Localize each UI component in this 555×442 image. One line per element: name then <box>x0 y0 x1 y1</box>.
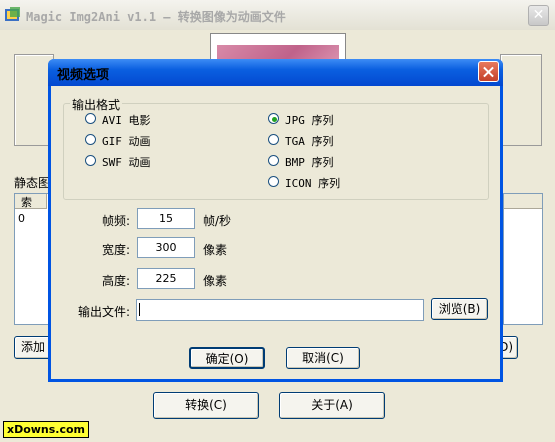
frame-rate-unit: 帧/秒 <box>203 214 232 228</box>
radio-label-avi: AVI 电影 <box>102 114 151 127</box>
watermark-badge: xDowns.com <box>3 421 89 438</box>
static-images-label: 静态图 <box>14 176 51 190</box>
radio-label-bmp: BMP 序列 <box>285 156 334 169</box>
frame-rate-label: 帧频: <box>101 214 130 228</box>
text-caret <box>139 303 140 316</box>
list-header-index[interactable]: 索 <box>15 194 47 209</box>
height-unit: 像素 <box>203 274 228 288</box>
dialog-titlebar[interactable] <box>48 59 503 86</box>
radio-tga[interactable] <box>268 134 279 145</box>
output-file-label: 输出文件: <box>77 305 130 319</box>
height-label: 高度: <box>101 274 130 288</box>
right-panel-frame <box>500 54 542 146</box>
radio-label-icon: ICON 序列 <box>285 177 341 190</box>
radio-icon[interactable] <box>268 176 279 187</box>
convert-button[interactable]: 转换(C) <box>153 392 259 419</box>
width-unit: 像素 <box>203 243 228 257</box>
radio-gif[interactable] <box>85 134 96 145</box>
dialog-title: 视频选项 <box>57 68 110 83</box>
radio-label-gif: GIF 动画 <box>102 135 151 148</box>
list-cell[interactable]: 0 <box>18 212 25 225</box>
main-close-icon[interactable]: ✕ <box>528 5 549 26</box>
radio-avi[interactable] <box>85 113 96 124</box>
radio-swf[interactable] <box>85 155 96 166</box>
app-icon <box>4 6 22 24</box>
frame-rate-input[interactable]: 15 <box>137 208 195 229</box>
radio-label-swf: SWF 动画 <box>102 156 151 169</box>
cancel-button[interactable]: 取消(C) <box>286 347 360 369</box>
output-file-input[interactable] <box>136 299 424 321</box>
radio-bmp[interactable] <box>268 155 279 166</box>
radio-label-jpg: JPG 序列 <box>285 114 334 127</box>
width-input[interactable]: 300 <box>137 237 195 258</box>
about-button[interactable]: 关于(A) <box>279 392 385 419</box>
browse-button[interactable]: 浏览(B) <box>431 298 488 320</box>
radio-label-tga: TGA 序列 <box>285 135 334 148</box>
radio-jpg[interactable] <box>268 113 279 124</box>
right-list-header[interactable] <box>504 194 542 209</box>
width-label: 宽度: <box>101 243 130 257</box>
output-format-label: 输出格式 <box>70 96 123 113</box>
main-window-title: Magic Img2Ani v1.1 — 转换图像为动画文件 <box>26 10 286 24</box>
ok-button[interactable]: 确定(O) <box>189 347 265 369</box>
right-list[interactable] <box>503 193 543 325</box>
height-input[interactable]: 225 <box>137 268 195 289</box>
dialog-close-icon[interactable] <box>478 61 499 82</box>
